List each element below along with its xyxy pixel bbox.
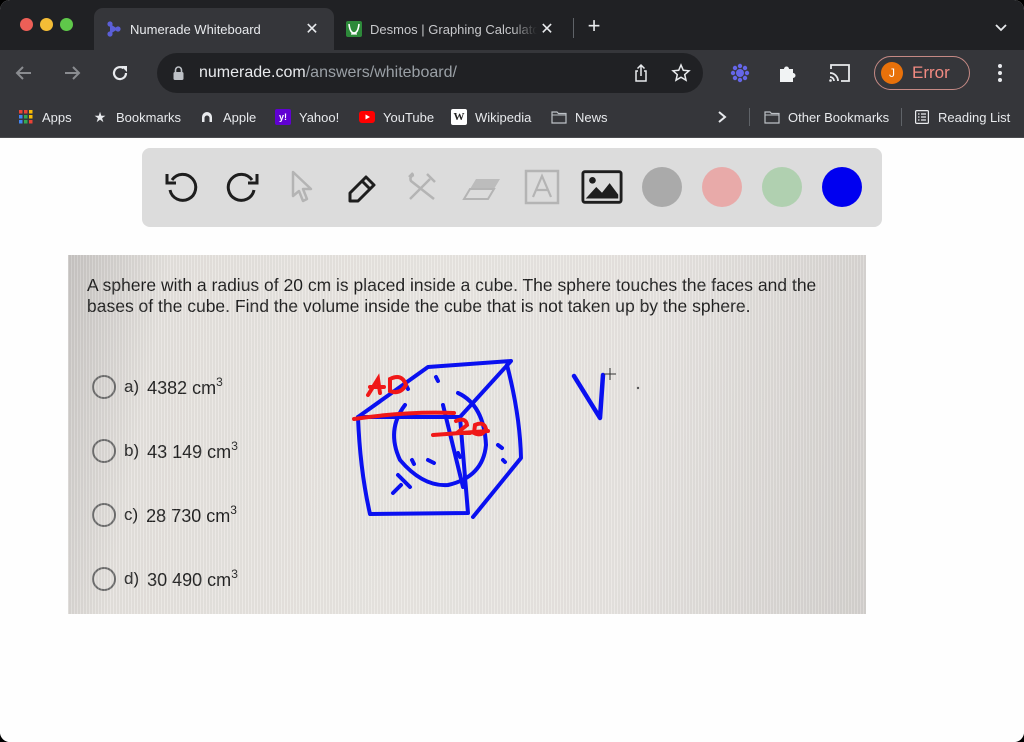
avatar: J [881,62,903,84]
close-tab-icon[interactable]: ✕ [537,19,557,39]
bookmark-bookmarks[interactable]: ★ Bookmarks [92,108,181,126]
reload-button[interactable] [108,61,132,85]
tools-button[interactable] [401,166,443,208]
chevron-right-icon [718,111,727,123]
bookmarks-separator [749,108,750,126]
youtube-icon [359,109,375,125]
question-image[interactable]: A sphere with a radius of 20 cm is place… [68,255,866,614]
bookmark-news[interactable]: News [551,108,608,126]
bookmark-yahoo[interactable]: y! Yahoo! [275,108,339,126]
arrow-left-icon [15,66,31,80]
tab-search-chevron-icon[interactable] [991,17,1011,37]
bookmark-other-bookmarks[interactable]: Other Bookmarks [764,108,889,126]
tab-separator [573,18,574,38]
extension-flower-icon[interactable] [729,62,751,84]
url-domain: numerade.com [199,64,306,81]
tab-title: Numerade Whiteboard [130,21,261,37]
bookmark-label: Yahoo! [299,109,340,125]
close-window-button[interactable] [20,18,33,31]
reading-list-icon [914,109,930,125]
apps-grid-icon [18,109,34,125]
folder-icon [764,109,780,125]
tab-numerade-whiteboard[interactable]: Numerade Whiteboard ✕ [94,8,334,50]
share-icon[interactable] [631,63,651,83]
insert-image-button[interactable] [581,166,623,208]
star-icon: ★ [93,108,107,125]
desmos-icon [346,21,362,37]
bookmark-wikipedia[interactable]: W Wikipedia [451,108,531,126]
more-bookmarks-chevron[interactable] [716,108,728,126]
bookmark-apple[interactable]: Apple [199,108,256,126]
bookmark-label: Apple [223,109,257,125]
address-bar[interactable]: numerade.com/answers/whiteboard/ [157,53,703,93]
url-text[interactable]: numerade.com/answers/whiteboard/ [199,64,457,82]
arrow-right-icon [65,66,81,80]
profile-status: Error [912,63,950,82]
reading-list-button[interactable]: Reading List [914,108,1010,126]
eraser-tool-button[interactable] [461,166,503,208]
wikipedia-icon: W [451,109,467,125]
apple-icon [199,109,215,125]
whiteboard-drawing-layer[interactable]: 40 20 [68,255,866,614]
profile-button[interactable]: J Error [874,56,970,90]
color-swatch-blue[interactable] [822,167,862,207]
minimize-window-button[interactable] [40,18,53,31]
reload-icon [112,65,128,81]
bookmark-star-icon[interactable] [671,63,691,83]
eraser-icon [462,179,500,200]
tab-strip: Numerade Whiteboard ✕ Desmos | Graphing … [0,0,1024,50]
color-swatch-gray[interactable] [642,167,682,207]
select-tool-button[interactable] [281,166,323,208]
pen-tool-button[interactable] [341,166,383,208]
bookmark-youtube[interactable]: YouTube [359,108,434,126]
maximize-window-button[interactable] [60,18,73,31]
cube-sketch [356,359,523,519]
yahoo-icon: y! [275,109,291,125]
folder-icon [551,109,567,125]
bookmark-label: YouTube [383,109,435,125]
cast-icon[interactable] [828,62,850,84]
image-icon [581,170,623,204]
extensions-puzzle-icon[interactable] [777,62,799,84]
bookmarks-bar: Apps ★ Bookmarks Apple y! Yahoo! YouTube… [0,96,1024,138]
cursor-arrow-icon [291,170,313,203]
undo-icon [165,172,198,202]
bookmark-apps[interactable]: Apps [18,108,72,126]
bookmark-label: Apps [42,109,72,125]
lock-icon [173,66,184,85]
text-box-icon [524,169,560,205]
bookmark-label: Reading List [938,109,1011,125]
redo-button[interactable] [221,166,263,208]
redo-icon [226,172,259,202]
bookmark-label: Bookmarks [116,109,182,125]
undo-button[interactable] [161,166,203,208]
browser-toolbar: numerade.com/answers/whiteboard/ J Error [0,50,1024,96]
color-swatch-pink[interactable] [702,167,742,207]
new-tab-button[interactable]: + [583,15,605,37]
tab-title: Desmos | Graphing Calculator [370,21,537,37]
color-swatch-green[interactable] [762,167,802,207]
bookmarks-separator [901,108,902,126]
pencil-icon [348,175,376,203]
bookmark-label: Other Bookmarks [788,109,890,125]
back-button[interactable] [12,61,36,85]
numerade-icon [106,21,122,37]
tab-desmos[interactable]: Desmos | Graphing Calculator ✕ [334,8,569,50]
url-path: /answers/whiteboard/ [305,64,457,81]
annotation-v [571,372,606,421]
close-tab-icon[interactable]: ✕ [302,19,322,39]
text-tool-button[interactable] [521,166,563,208]
wrench-hammer-icon [408,172,436,200]
browser-window: Numerade Whiteboard ✕ Desmos | Graphing … [0,0,1024,742]
bookmark-label: Wikipedia [475,109,532,125]
stray-dot [636,386,640,390]
forward-button[interactable] [60,61,84,85]
whiteboard-page: A sphere with a radius of 20 cm is place… [0,138,1024,742]
whiteboard-toolbar [142,148,882,227]
more-menu-icon[interactable] [994,63,1006,83]
crosshair-cursor-icon [604,368,616,380]
bookmark-label: News [575,109,608,125]
